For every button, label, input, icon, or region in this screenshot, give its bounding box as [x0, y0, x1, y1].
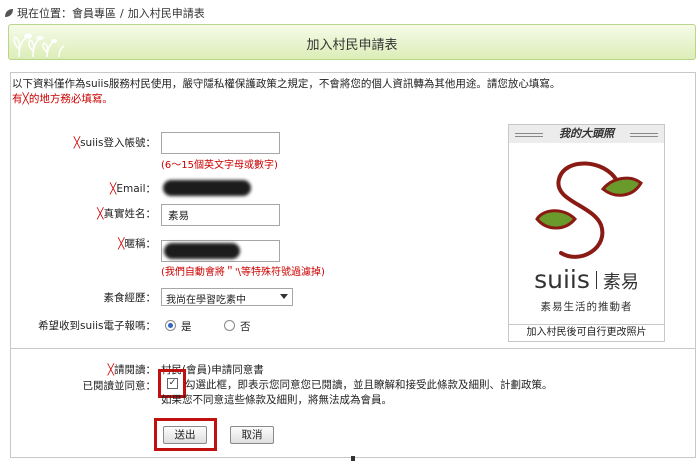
agree-text-line2: 如果您不同意這些條款及細則，將無法成為會員。	[161, 394, 392, 406]
diet-select[interactable]: 我尚在學習吃素中	[161, 288, 293, 306]
privacy-notice-text: 以下資料僅作為suiis服務村民使用，嚴守隱私權保護政策之規定，不會將您的個人資…	[12, 78, 561, 90]
diet-selected-value: 我尚在學習吃素中	[166, 295, 246, 306]
submit-button[interactable]: 送出	[163, 426, 207, 444]
newsletter-label: 希望收到suiis電子報嗎：	[38, 320, 156, 332]
chevron-down-icon	[280, 294, 288, 299]
mouse-cursor	[351, 456, 355, 461]
suiis-logo-icon	[535, 161, 643, 259]
diet-label: 素食經歷：	[103, 292, 157, 304]
avatar-panel-footer: 加入村民後可自行更改照片	[509, 324, 664, 341]
brand-tagline: 素易生活的推動者	[540, 301, 633, 313]
brand-wordmark: suiis 素易	[534, 265, 639, 294]
page-title: 加入村民申請表	[306, 38, 398, 53]
nickname-hint: (我們自動會將＂'\等特殊符號過濾掉)	[161, 267, 325, 278]
leaf-icon	[5, 9, 13, 17]
breadcrumb: 現在位置： 會員專區 / 加入村民申請表	[4, 6, 205, 20]
agree-label: 已閱讀並同意：	[82, 380, 157, 392]
newsletter-yes-label: 是	[181, 321, 192, 333]
newsletter-no-radio[interactable]	[224, 320, 235, 331]
account-label: ╳suiis登入帳號：	[73, 137, 156, 149]
email-redacted-value[interactable]	[163, 180, 251, 196]
privacy-notice: 以下資料僅作為suiis服務村民使用，嚴守隱私權保護政策之規定，不會將您的個人資…	[12, 77, 560, 107]
avatar-panel-title: 我的大頭照	[509, 125, 664, 143]
account-hint: (6～15個英文字母或數字)	[161, 160, 278, 171]
nickname-redacted-value	[164, 243, 240, 259]
breadcrumb-member-area[interactable]: 會員專區	[72, 5, 116, 21]
newsletter-no-label: 否	[240, 321, 251, 333]
page-title-bar: 加入村民申請表	[8, 24, 696, 60]
nickname-label: ╳暱稱：	[118, 238, 156, 250]
newsletter-yes-radio[interactable]	[165, 320, 176, 331]
real-name-input[interactable]: 素易	[161, 204, 280, 226]
required-notice: 有╳的地方務必填寫。	[12, 93, 113, 105]
real-name-label: ╳真實姓名：	[97, 208, 156, 220]
agree-text-line1: 勾選此框，即表示您同意您已閱讀，並且瞭解和接受此條款及細則、計劃政策。	[185, 379, 553, 391]
email-label: ╳Email：	[110, 183, 156, 195]
breadcrumb-current: 加入村民申請表	[127, 7, 205, 20]
breadcrumb-separator: /	[120, 6, 124, 20]
cancel-button[interactable]: 取消	[230, 426, 274, 444]
account-input[interactable]	[161, 132, 280, 154]
breadcrumb-prefix: 現在位置：	[17, 7, 72, 20]
agree-checkbox[interactable]: ✓	[167, 378, 178, 389]
section-divider	[10, 348, 696, 349]
read-label: ╳請閱讀：	[107, 364, 156, 376]
avatar-panel: 我的大頭照 suiis 素易 素易生活的推動者 加入村民後可自行更改照片	[508, 124, 665, 342]
